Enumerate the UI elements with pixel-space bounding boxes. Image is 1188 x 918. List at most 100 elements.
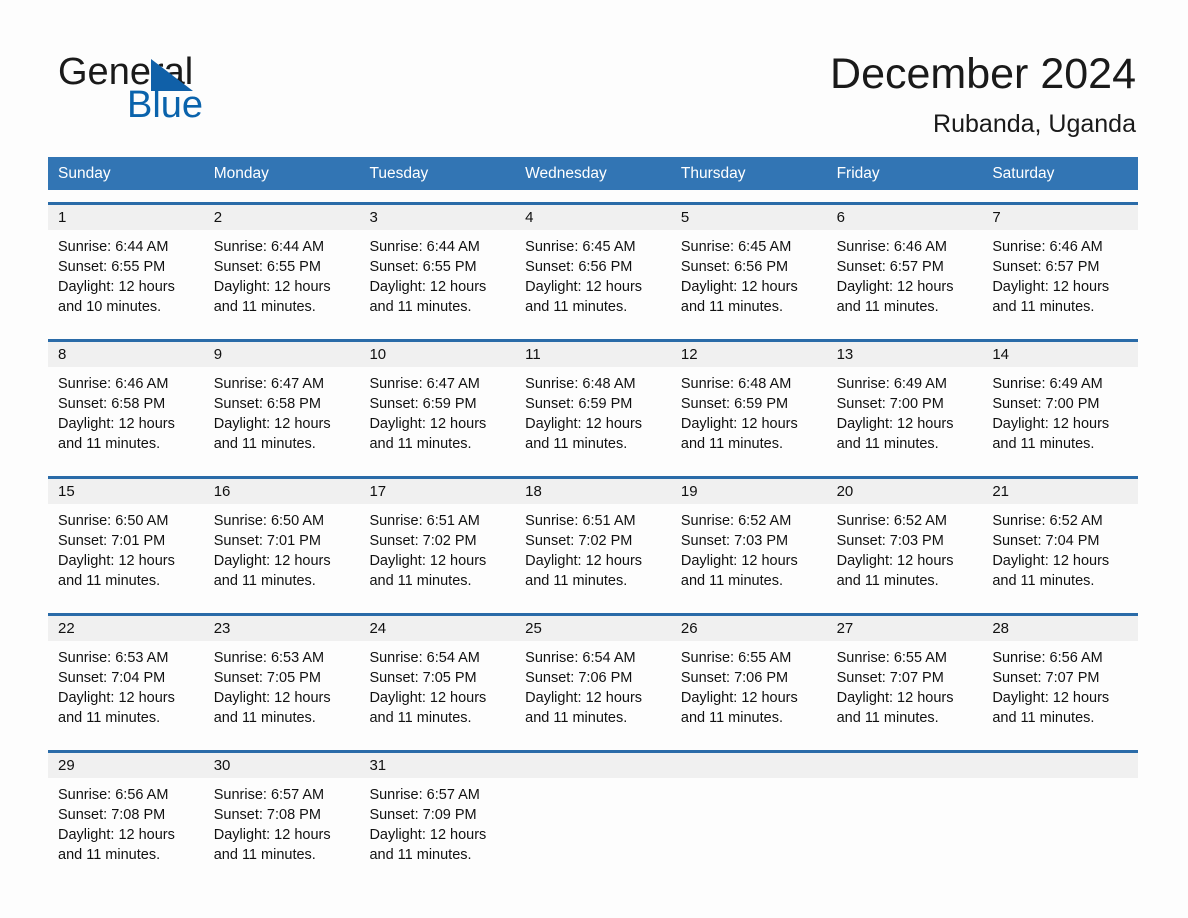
daylight-text-line2: and 11 minutes.: [213, 299, 316, 315]
day-cell[interactable]: 9 Sunrise: 6:47 AM Sunset: 6:58 PM Dayli…: [203, 342, 360, 464]
page-title: December 2024: [830, 50, 1136, 98]
day-cell[interactable]: 1 Sunrise: 6:44 AM Sunset: 6:55 PM Dayli…: [48, 205, 204, 327]
day-cell[interactable]: 10 Sunrise: 6:47 AM Sunset: 6:59 PM Dayl…: [359, 342, 516, 464]
day-number: 12: [670, 342, 827, 367]
daylight-text-line2: and 11 minutes.: [213, 847, 316, 863]
day-cell[interactable]: 21 Sunrise: 6:52 AM Sunset: 7:04 PM Dayl…: [982, 479, 1139, 601]
daylight-text-line1: Daylight: 12 hours: [213, 827, 331, 843]
day-cell[interactable]: 12 Sunrise: 6:48 AM Sunset: 6:59 PM Dayl…: [670, 342, 827, 464]
day-details: Sunrise: 6:56 AM Sunset: 7:08 PM Dayligh…: [48, 778, 204, 865]
day-cell[interactable]: 2 Sunrise: 6:44 AM Sunset: 6:55 PM Dayli…: [203, 205, 360, 327]
sunset-text: Sunset: 7:05 PM: [213, 670, 321, 686]
daylight-text-line2: and 11 minutes.: [525, 573, 628, 589]
day-cell[interactable]: 16 Sunrise: 6:50 AM Sunset: 7:01 PM Dayl…: [203, 479, 360, 601]
day-cell[interactable]: 6 Sunrise: 6:46 AM Sunset: 6:57 PM Dayli…: [826, 205, 983, 327]
day-cell[interactable]: 18 Sunrise: 6:51 AM Sunset: 7:02 PM Dayl…: [515, 479, 671, 601]
day-details: Sunrise: 6:51 AM Sunset: 7:02 PM Dayligh…: [359, 504, 515, 591]
day-cell[interactable]: 26 Sunrise: 6:55 AM Sunset: 7:06 PM Dayl…: [670, 616, 827, 738]
daylight-text-line2: and 11 minutes.: [525, 299, 628, 315]
sunrise-text: Sunrise: 6:51 AM: [525, 513, 636, 529]
day-details: Sunrise: 6:44 AM Sunset: 6:55 PM Dayligh…: [48, 230, 204, 317]
daylight-text-line1: Daylight: 12 hours: [58, 690, 175, 706]
generalblue-logo[interactable]: General Blue: [58, 52, 378, 132]
day-cell[interactable]: 29 Sunrise: 6:56 AM Sunset: 7:08 PM Dayl…: [48, 753, 204, 875]
day-cell[interactable]: 15 Sunrise: 6:50 AM Sunset: 7:01 PM Dayl…: [48, 479, 204, 601]
daylight-text-line2: and 11 minutes.: [58, 710, 161, 726]
sunset-text: Sunset: 7:08 PM: [58, 807, 166, 823]
day-details: Sunrise: 6:50 AM Sunset: 7:01 PM Dayligh…: [48, 504, 204, 591]
daylight-text-line2: and 11 minutes.: [58, 847, 161, 863]
day-cell[interactable]: 14 Sunrise: 6:49 AM Sunset: 7:00 PM Dayl…: [982, 342, 1139, 464]
sunrise-text: Sunrise: 6:49 AM: [992, 376, 1103, 392]
daylight-text-line1: Daylight: 12 hours: [836, 279, 954, 295]
day-details: Sunrise: 6:44 AM Sunset: 6:55 PM Dayligh…: [204, 230, 360, 317]
weekday-header-saturday: Saturday: [992, 165, 1055, 182]
daylight-text-line1: Daylight: 12 hours: [680, 279, 798, 295]
daylight-text-line2: and 11 minutes.: [369, 436, 472, 452]
daylight-text-line2: and 11 minutes.: [992, 299, 1095, 315]
sunset-text: Sunset: 7:03 PM: [836, 533, 944, 549]
day-cell[interactable]: 20 Sunrise: 6:52 AM Sunset: 7:03 PM Dayl…: [826, 479, 983, 601]
daylight-text-line2: and 11 minutes.: [369, 299, 472, 315]
day-cell[interactable]: 27 Sunrise: 6:55 AM Sunset: 7:07 PM Dayl…: [826, 616, 983, 738]
day-number: 27: [826, 616, 983, 641]
page-header: General Blue December 2024 Rubanda, Ugan…: [0, 0, 1188, 155]
day-cell[interactable]: 24 Sunrise: 6:54 AM Sunset: 7:05 PM Dayl…: [359, 616, 516, 738]
daylight-text-line1: Daylight: 12 hours: [213, 279, 331, 295]
day-cell[interactable]: 5 Sunrise: 6:45 AM Sunset: 6:56 PM Dayli…: [670, 205, 827, 327]
week-row: 8 Sunrise: 6:46 AM Sunset: 6:58 PM Dayli…: [48, 339, 1139, 464]
sunrise-text: Sunrise: 6:54 AM: [369, 650, 480, 666]
day-details: Sunrise: 6:55 AM Sunset: 7:06 PM Dayligh…: [671, 641, 827, 728]
sunset-text: Sunset: 6:55 PM: [213, 259, 321, 275]
daylight-text-line1: Daylight: 12 hours: [58, 416, 175, 432]
day-cell-empty: [670, 753, 827, 875]
sunrise-text: Sunrise: 6:48 AM: [680, 376, 792, 392]
sunset-text: Sunset: 7:02 PM: [525, 533, 633, 549]
day-cell[interactable]: 17 Sunrise: 6:51 AM Sunset: 7:02 PM Dayl…: [359, 479, 516, 601]
day-details: Sunrise: 6:46 AM Sunset: 6:58 PM Dayligh…: [48, 367, 204, 454]
sunset-text: Sunset: 6:58 PM: [58, 396, 166, 412]
weekday-header-friday: Friday: [836, 165, 880, 182]
daylight-text-line1: Daylight: 12 hours: [369, 690, 487, 706]
day-cell-empty: [515, 753, 671, 875]
sunrise-text: Sunrise: 6:53 AM: [213, 650, 325, 666]
daylight-text-line2: and 11 minutes.: [836, 710, 939, 726]
day-cell[interactable]: 25 Sunrise: 6:54 AM Sunset: 7:06 PM Dayl…: [515, 616, 671, 738]
day-cell[interactable]: 23 Sunrise: 6:53 AM Sunset: 7:05 PM Dayl…: [203, 616, 360, 738]
daylight-text-line1: Daylight: 12 hours: [992, 690, 1110, 706]
sunset-text: Sunset: 7:08 PM: [213, 807, 321, 823]
day-cell[interactable]: 28 Sunrise: 6:56 AM Sunset: 7:07 PM Dayl…: [982, 616, 1139, 738]
day-cell[interactable]: 31 Sunrise: 6:57 AM Sunset: 7:09 PM Dayl…: [359, 753, 516, 875]
day-cell[interactable]: 30 Sunrise: 6:57 AM Sunset: 7:08 PM Dayl…: [203, 753, 360, 875]
daylight-text-line2: and 11 minutes.: [213, 436, 316, 452]
day-number: 20: [826, 479, 983, 504]
daylight-text-line1: Daylight: 12 hours: [369, 416, 487, 432]
sunset-text: Sunset: 7:06 PM: [525, 670, 633, 686]
sunset-text: Sunset: 6:58 PM: [213, 396, 321, 412]
sunset-text: Sunset: 6:57 PM: [836, 259, 944, 275]
day-cell[interactable]: 22 Sunrise: 6:53 AM Sunset: 7:04 PM Dayl…: [48, 616, 204, 738]
daylight-text-line2: and 11 minutes.: [680, 299, 783, 315]
day-details: Sunrise: 6:52 AM Sunset: 7:03 PM Dayligh…: [827, 504, 983, 591]
day-details: Sunrise: 6:46 AM Sunset: 6:57 PM Dayligh…: [982, 230, 1138, 317]
day-details: Sunrise: 6:45 AM Sunset: 6:56 PM Dayligh…: [515, 230, 671, 317]
day-cell[interactable]: 4 Sunrise: 6:45 AM Sunset: 6:56 PM Dayli…: [515, 205, 671, 327]
day-number: 9: [203, 342, 360, 367]
day-number: 29: [48, 753, 204, 778]
day-cell[interactable]: 11 Sunrise: 6:48 AM Sunset: 6:59 PM Dayl…: [515, 342, 671, 464]
day-number: 13: [826, 342, 983, 367]
title-block: December 2024 Rubanda, Uganda: [830, 48, 1136, 139]
daylight-text-line2: and 11 minutes.: [525, 436, 628, 452]
weekday-header-wednesday: Wednesday: [525, 165, 607, 182]
day-cell[interactable]: 7 Sunrise: 6:46 AM Sunset: 6:57 PM Dayli…: [982, 205, 1139, 327]
sunrise-text: Sunrise: 6:52 AM: [836, 513, 948, 529]
day-number: 6: [826, 205, 983, 230]
day-cell[interactable]: 13 Sunrise: 6:49 AM Sunset: 7:00 PM Dayl…: [826, 342, 983, 464]
day-cell[interactable]: 19 Sunrise: 6:52 AM Sunset: 7:03 PM Dayl…: [670, 479, 827, 601]
sunset-text: Sunset: 6:59 PM: [525, 396, 633, 412]
sunrise-text: Sunrise: 6:44 AM: [213, 239, 325, 255]
day-cell[interactable]: 3 Sunrise: 6:44 AM Sunset: 6:55 PM Dayli…: [359, 205, 516, 327]
sunrise-text: Sunrise: 6:45 AM: [680, 239, 792, 255]
day-number: [515, 753, 671, 778]
day-cell[interactable]: 8 Sunrise: 6:46 AM Sunset: 6:58 PM Dayli…: [48, 342, 204, 464]
